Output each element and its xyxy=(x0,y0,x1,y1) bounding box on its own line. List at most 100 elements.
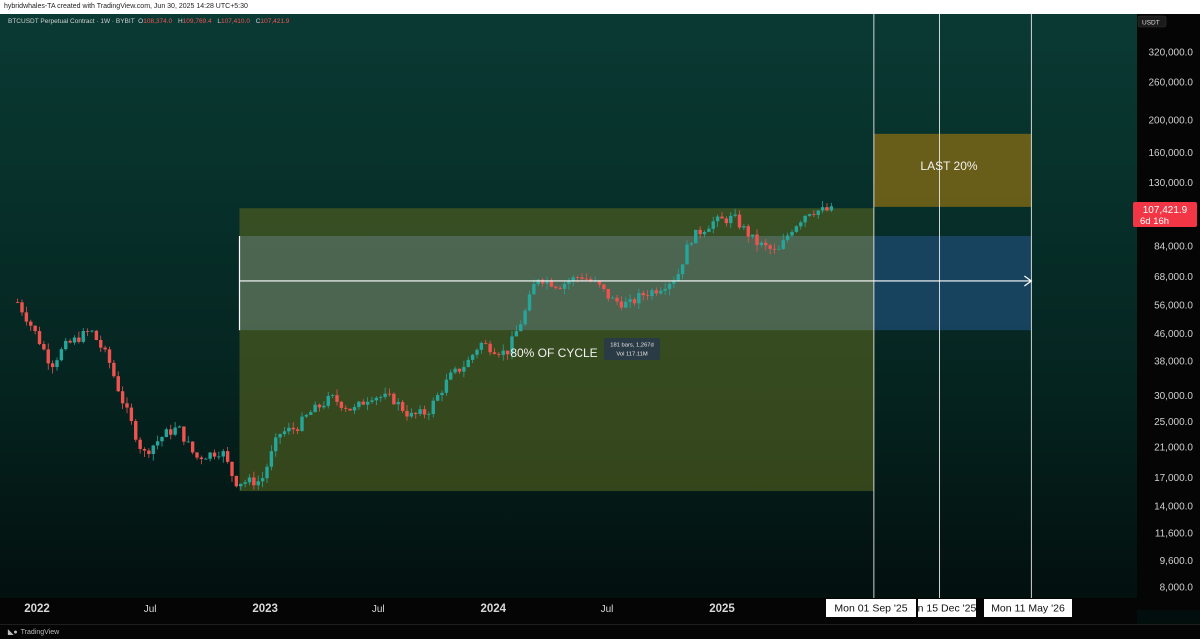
candle-body xyxy=(479,342,484,350)
candle-body xyxy=(177,426,182,428)
candle-body xyxy=(77,337,81,342)
candle-body xyxy=(247,477,252,483)
candle-body xyxy=(624,301,628,308)
candle-body xyxy=(199,457,204,459)
measure-box-projection[interactable] xyxy=(873,235,1032,331)
candle-body xyxy=(29,321,33,326)
candle-body xyxy=(672,281,676,284)
candle-body xyxy=(116,376,120,392)
last-20-label: LAST 20% xyxy=(920,159,977,173)
candle-body xyxy=(300,416,304,431)
candle-body xyxy=(374,397,379,401)
candle-body xyxy=(462,367,466,372)
candle-body xyxy=(291,427,295,430)
candle-body xyxy=(698,229,702,235)
candle-body xyxy=(449,372,453,380)
candle-body xyxy=(580,277,584,279)
candle-body xyxy=(523,310,527,325)
candle-body xyxy=(107,349,112,363)
candle-body xyxy=(164,429,169,438)
candle-body xyxy=(239,483,243,487)
candle-body xyxy=(606,288,610,299)
candle-body xyxy=(64,340,68,350)
candle-body xyxy=(803,215,807,223)
candle-body xyxy=(339,401,344,408)
candle-body xyxy=(317,404,322,408)
measure-tooltip: 181 bars, 1,267d Vol 117.11M xyxy=(604,338,660,360)
candle-body xyxy=(138,439,142,449)
candle-body xyxy=(554,286,558,288)
candle-body xyxy=(825,207,829,211)
candle-body xyxy=(59,349,64,361)
candle-body xyxy=(387,393,392,395)
candle-body xyxy=(575,277,580,279)
candle-body xyxy=(615,297,619,302)
candle-body xyxy=(278,434,282,438)
candle-body xyxy=(269,451,274,467)
candle-body xyxy=(488,343,492,353)
candle-body xyxy=(68,340,72,343)
price-chart[interactable]: 320,000.0 260,000.0 200,000.0 160,000.0 130,… xyxy=(0,0,1200,639)
candle-body xyxy=(112,362,116,377)
candle-body xyxy=(444,379,449,393)
candle-body xyxy=(781,240,785,249)
candle-body xyxy=(365,401,370,405)
time-marker-3: Mon 11 May '26 xyxy=(991,603,1065,615)
candle-body xyxy=(230,461,234,476)
candle-body xyxy=(807,214,812,216)
candle-body xyxy=(694,229,698,244)
candle-body xyxy=(799,222,803,227)
candle-body xyxy=(243,482,247,484)
candle-body xyxy=(81,331,85,342)
tradingview-brand: TradingView xyxy=(20,629,60,636)
candle-body xyxy=(186,441,190,443)
tradingview-logo: ◣● TradingView xyxy=(8,628,59,636)
candle-body xyxy=(370,400,374,402)
price-tick-label: 38,000.0 xyxy=(1154,357,1193,368)
price-tick-label: 46,000.0 xyxy=(1154,329,1193,340)
candle-body xyxy=(737,214,742,228)
candle-body xyxy=(309,412,313,415)
candle-body xyxy=(120,391,125,404)
measure-bars: 181 bars, 1,267d xyxy=(610,343,654,349)
time-marker-1: Mon 01 Sep '25 xyxy=(834,603,907,615)
candle-body xyxy=(55,360,59,368)
candle-body xyxy=(414,412,418,414)
price-tick-label: 21,000.0 xyxy=(1154,443,1193,454)
candle-body xyxy=(453,368,457,373)
candle-body xyxy=(46,349,50,364)
candle-body xyxy=(256,481,260,486)
candle-body xyxy=(680,264,685,275)
candle-body xyxy=(470,354,475,360)
price-tick-label: 14,000.0 xyxy=(1154,501,1193,512)
candle-body xyxy=(265,466,269,479)
price-tick-label: 84,000.0 xyxy=(1154,241,1193,252)
candle-body xyxy=(492,352,497,354)
candle-body xyxy=(514,331,519,337)
price-tick-label: 130,000.0 xyxy=(1149,178,1194,189)
price-tick-label: 56,000.0 xyxy=(1154,300,1193,311)
candle-body xyxy=(33,325,37,332)
candle-body xyxy=(361,401,365,405)
candle-body xyxy=(24,312,29,322)
measure-box-main[interactable] xyxy=(239,235,874,331)
candle-body xyxy=(440,392,444,396)
candle-body xyxy=(20,302,24,313)
chart-root: { "header": { "attribution": "hybridwhal… xyxy=(0,0,1200,639)
price-axis-panel[interactable] xyxy=(1137,14,1200,610)
candle-body xyxy=(540,279,545,284)
candle-body xyxy=(155,441,160,446)
candle-body xyxy=(72,337,77,343)
candle-body xyxy=(466,359,470,368)
candle-body xyxy=(558,287,562,289)
candle-body xyxy=(221,451,225,457)
candle-body xyxy=(322,405,326,408)
candle-body xyxy=(816,210,820,215)
cycle-80-label: 80% OF CYCLE xyxy=(510,346,597,360)
time-tick-label: 2022 xyxy=(24,603,50,615)
candle-body xyxy=(628,299,632,302)
candle-body xyxy=(400,402,405,411)
candle-body xyxy=(313,404,317,413)
candle-body xyxy=(641,293,645,296)
candle-body xyxy=(195,452,199,458)
